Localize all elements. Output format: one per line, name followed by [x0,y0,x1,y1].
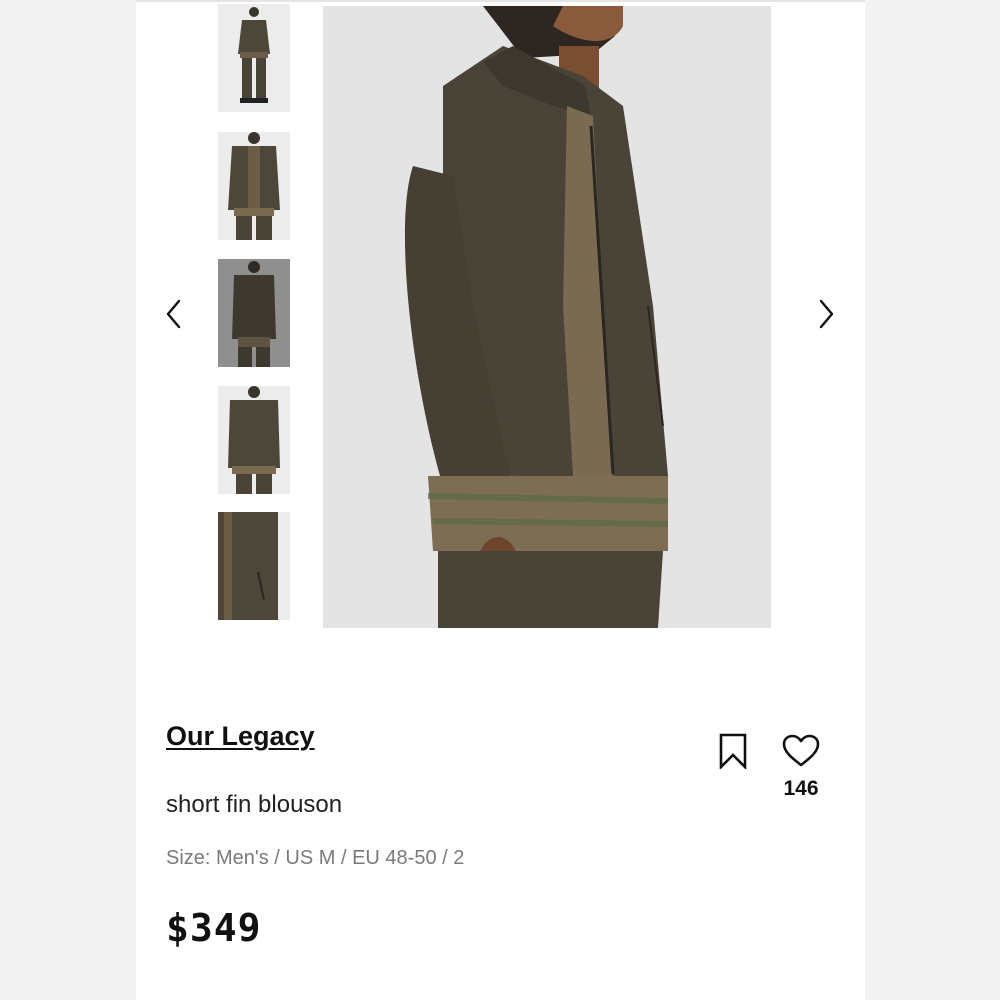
thumbnail-2[interactable] [218,132,290,240]
bookmark-button[interactable] [718,733,748,774]
main-product-image[interactable] [323,6,771,628]
product-price: $349 [166,906,262,950]
like-button[interactable] [782,734,820,773]
chevron-left-icon [166,299,181,329]
previous-image-button[interactable] [158,294,188,334]
next-image-button[interactable] [812,294,842,334]
heart-icon [782,734,820,767]
product-title: short fin blouson [166,791,343,818]
chevron-right-icon [819,299,834,329]
product-size: Size: Men's / US M / EU 48-50 / 2 [166,847,465,869]
bookmark-icon [719,733,747,771]
brand-link[interactable]: Our Legacy [166,721,315,752]
thumbnail-4[interactable] [218,386,290,494]
thumbnail-1[interactable] [218,4,290,112]
product-page: Our Legacy short fin blouson Size: Men's… [136,0,865,1000]
like-count: 146 [783,777,819,800]
thumbnail-5[interactable] [218,512,290,620]
thumbnail-3[interactable] [218,259,290,367]
